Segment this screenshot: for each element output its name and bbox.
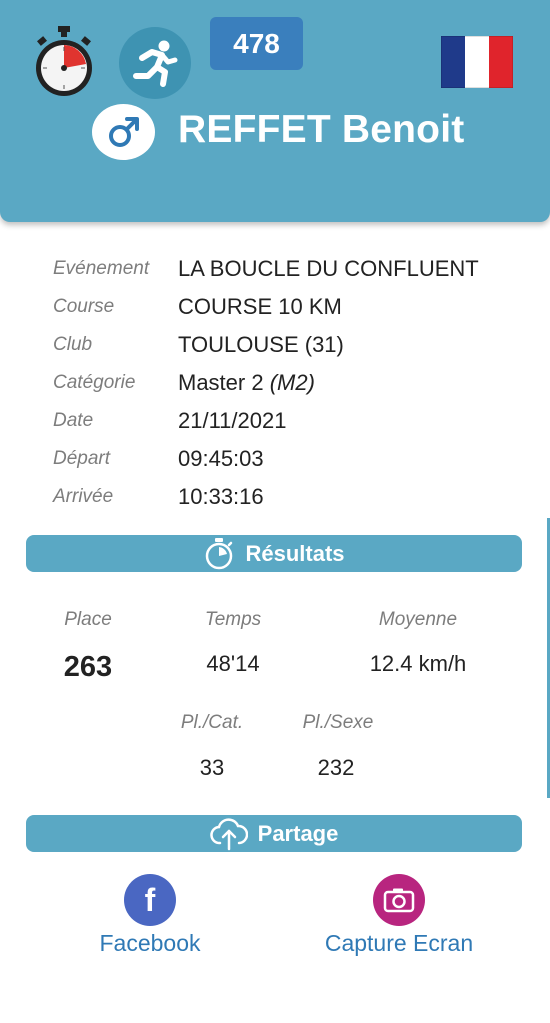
info-row-date: Date 21/11/2021 — [0, 404, 550, 442]
facebook-share-button[interactable]: f Facebook — [80, 874, 220, 957]
share-section-bar: Partage — [26, 815, 522, 852]
info-label: Catégorie — [53, 372, 136, 393]
info-label: Club — [53, 334, 93, 355]
athlete-header: 478 REFFET Benoit — [0, 0, 550, 222]
screenshot-capture-button[interactable]: Capture Ecran — [309, 874, 489, 957]
category-name: Master 2 — [178, 370, 264, 395]
camera-icon — [373, 874, 425, 926]
info-row-event: Evénement LA BOUCLE DU CONFLUENT — [0, 252, 550, 290]
athlete-name: REFFET Benoit — [178, 108, 465, 151]
time-value: 48'14 — [206, 651, 260, 676]
info-row-course: Course COURSE 10 KM — [0, 290, 550, 328]
place-label: Place — [64, 609, 112, 630]
category-code: (M2) — [269, 370, 315, 395]
time-label: Temps — [204, 609, 262, 630]
average-label: Moyenne — [378, 609, 458, 630]
info-value: 21/11/2021 — [178, 408, 287, 433]
facebook-icon: f — [124, 874, 176, 926]
cloud-upload-icon — [209, 817, 248, 850]
info-row-start: Départ 09:45:03 — [0, 442, 550, 480]
share-title: Partage — [257, 820, 339, 846]
place-value: 263 — [63, 651, 113, 683]
info-value: Master 2 (M2) — [178, 370, 315, 396]
category-place-value: 33 — [199, 755, 225, 780]
info-value: COURSE 10 KM — [178, 294, 342, 319]
capture-label: Capture Ecran — [324, 930, 474, 956]
facebook-label: Facebook — [99, 930, 201, 956]
france-flag-icon — [441, 36, 513, 88]
info-row-finish: Arrivée 10:33:16 — [0, 480, 550, 518]
info-value: TOULOUSE (31) — [178, 332, 344, 357]
runner-icon — [119, 27, 191, 99]
info-label: Arrivée — [53, 486, 114, 507]
male-symbol-icon — [92, 104, 155, 160]
info-row-category: Catégorie Master 2 (M2) — [0, 366, 550, 404]
stopwatch-icon — [36, 26, 92, 96]
info-value: LA BOUCLE DU CONFLUENT — [178, 256, 479, 281]
average-value: 12.4 km/h — [369, 651, 467, 676]
info-label: Evénement — [53, 258, 150, 279]
info-row-club: Club TOULOUSE (31) — [0, 328, 550, 366]
stopwatch-outline-icon — [206, 537, 233, 569]
info-value: 09:45:03 — [178, 446, 264, 471]
info-label: Départ — [53, 448, 111, 469]
category-place-label: Pl./Cat. — [180, 712, 244, 733]
bib-number: 478 — [210, 17, 303, 70]
gender-place-label: Pl./Sexe — [302, 712, 374, 733]
gender-place-value: 232 — [317, 755, 355, 780]
info-value: 10:33:16 — [178, 484, 264, 509]
info-label: Date — [53, 410, 94, 431]
results-section-bar: Résultats — [26, 535, 522, 572]
info-label: Course — [53, 296, 115, 317]
results-title: Résultats — [245, 540, 345, 566]
